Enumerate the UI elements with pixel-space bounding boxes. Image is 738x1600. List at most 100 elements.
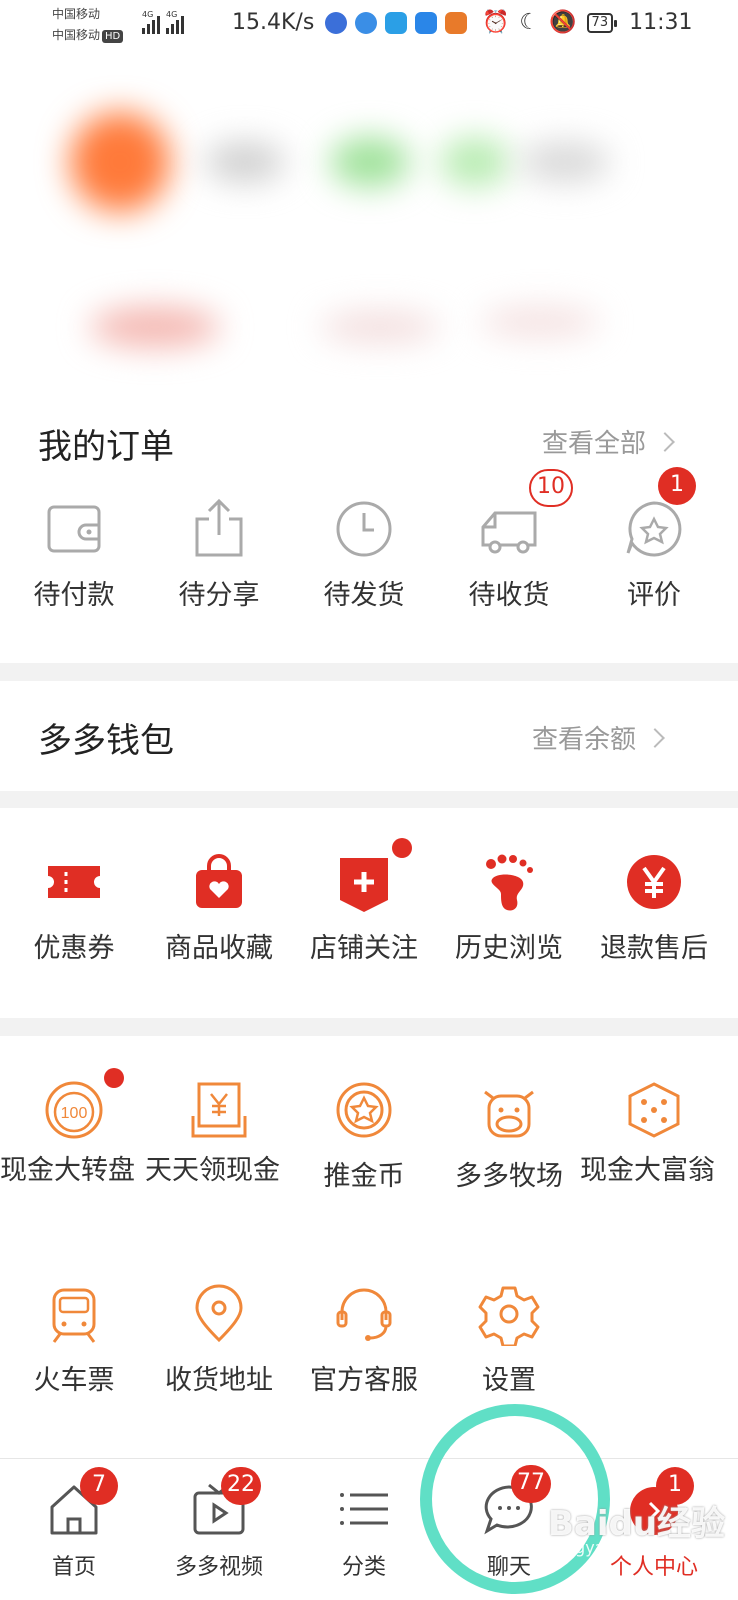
blur-shape [520, 142, 610, 182]
nav-label: 首页 [51, 1555, 96, 1580]
service-label: 历史浏览 [455, 933, 563, 964]
tool-coin-pusher[interactable]: 推金币 [290, 1078, 438, 1193]
service-label: 优惠券 [33, 933, 115, 964]
tool-label: 火车票 [33, 1365, 115, 1396]
tools-section: 100 现金大转盘 天天领现金 推金币 多多牧场 现金大富翁 火车票 收货地址 … [0, 1036, 738, 1458]
orders-title: 我的订单 [38, 427, 174, 467]
clock: 11:31 [629, 10, 693, 35]
service-history[interactable]: 历史浏览 [435, 850, 583, 965]
wallet-section[interactable]: 多多钱包 查看余额 [0, 681, 738, 791]
app-icon [385, 12, 407, 34]
footprint-icon [477, 850, 541, 914]
share-icon [187, 497, 251, 561]
tool-address[interactable]: 收货地址 [145, 1282, 293, 1397]
chevron-right-icon [645, 727, 665, 748]
order-label: 待分享 [178, 580, 260, 611]
hd-badge: HD [102, 30, 124, 43]
tool-label: 现金大富翁 [580, 1155, 715, 1186]
gear-icon [477, 1282, 541, 1348]
carrier-info: 中国移动 中国移动 HD [52, 4, 124, 46]
avatar [70, 112, 170, 212]
order-pending-receive[interactable]: 10 待收货 [435, 469, 583, 612]
orders-view-all[interactable]: 查看全部 [542, 423, 675, 460]
video-icon: 22 [191, 1467, 261, 1537]
service-refund[interactable]: 退款售后 [580, 850, 728, 965]
service-store-follow[interactable]: 店铺关注 [290, 838, 438, 965]
shop-icon [445, 12, 467, 34]
nav-home[interactable]: 7 首页 [0, 1459, 148, 1600]
tool-daily-cash[interactable]: 天天领现金 [145, 1078, 293, 1188]
blur-shape [330, 137, 410, 187]
badge: 22 [221, 1467, 261, 1505]
badge: 7 [80, 1467, 118, 1505]
order-pending-ship[interactable]: 待发货 [290, 497, 438, 612]
blur-shape [205, 142, 285, 182]
service-label: 商品收藏 [165, 933, 273, 964]
blur-shape [90, 307, 220, 347]
wheel-100-icon: 100 [42, 1068, 124, 1142]
favorite-bag-icon [187, 850, 251, 914]
coin-icon [332, 1078, 396, 1142]
service-label: 退款售后 [600, 933, 708, 964]
review-icon: 1 [622, 467, 696, 561]
wallet-icon [42, 497, 106, 561]
carrier-2: 中国移动 [52, 28, 101, 42]
badge: 1 [658, 467, 696, 505]
mute-icon: 🔕 [549, 10, 577, 35]
blur-shape [320, 312, 440, 342]
orders-view-all-label: 查看全部 [542, 429, 647, 459]
wallet-title: 多多钱包 [38, 721, 174, 761]
blur-shape [480, 307, 600, 337]
carrier-1: 中国移动 [52, 7, 101, 21]
order-label: 待发货 [323, 580, 405, 611]
order-pending-share[interactable]: 待分享 [145, 497, 293, 612]
status-bar: 中国移动 中国移动 HD 4G 4G 15.4K/s ⏰ ☾ 🔕 73 11:31 [0, 0, 738, 52]
services-section: 优惠券 商品收藏 店铺关注 历史浏览 退款售后 [0, 808, 738, 1018]
nav-category[interactable]: 分类 [290, 1459, 438, 1600]
tool-label: 收货地址 [165, 1365, 273, 1396]
wallet-view-balance-label: 查看余额 [532, 725, 637, 755]
order-label: 待付款 [33, 580, 115, 611]
profile-header-blurred[interactable] [0, 52, 738, 387]
svg-text:100: 100 [61, 1105, 88, 1122]
orders-section: 我的订单 查看全部 待付款 待分享 待发货 10 待收货 1 评价 [0, 387, 738, 663]
cow-icon [477, 1078, 541, 1142]
browser-icon [355, 12, 377, 34]
nav-video[interactable]: 22 多多视频 [145, 1459, 293, 1600]
notification-dot [104, 1068, 124, 1088]
dice-icon [622, 1078, 686, 1142]
watermark-url: jingyan.baidu.com [556, 1538, 704, 1557]
notification-icons [325, 12, 467, 34]
nav-label: 多多视频 [174, 1555, 263, 1580]
order-review[interactable]: 1 评价 [580, 467, 728, 612]
tool-settings[interactable]: 设置 [435, 1282, 583, 1397]
signal-icons: 4G 4G [142, 10, 184, 34]
home-icon: 7 [46, 1467, 118, 1537]
tool-label: 设置 [482, 1365, 536, 1396]
tool-label: 推金币 [323, 1161, 405, 1192]
chevron-right-icon [655, 431, 675, 452]
train-icon [42, 1282, 106, 1346]
tool-train-ticket[interactable]: 火车票 [0, 1282, 148, 1397]
tool-customer-service[interactable]: 官方客服 [290, 1282, 438, 1397]
weather-icon [415, 12, 437, 34]
coupon-icon [42, 850, 106, 914]
order-pending-payment[interactable]: 待付款 [0, 497, 148, 612]
location-pin-icon [187, 1282, 251, 1346]
signal-icon: 4G [166, 10, 184, 34]
refund-yen-icon [622, 850, 686, 914]
nav-label: 分类 [341, 1555, 386, 1580]
clock-icon [332, 497, 396, 561]
tool-cash-wheel[interactable]: 100 现金大转盘 [0, 1068, 148, 1188]
order-label: 待收货 [468, 580, 550, 611]
blur-shape [440, 137, 510, 187]
network-speed: 15.4K/s [232, 10, 315, 35]
system-icons: ⏰ ☾ 🔕 73 11:31 [482, 10, 693, 35]
wallet-view-balance[interactable]: 查看余额 [532, 719, 665, 756]
tool-label: 官方客服 [310, 1365, 418, 1396]
service-coupon[interactable]: 优惠券 [0, 850, 148, 965]
service-favorites[interactable]: 商品收藏 [145, 850, 293, 965]
cash-envelope-icon [187, 1078, 251, 1142]
tool-ranch[interactable]: 多多牧场 [435, 1078, 583, 1193]
tool-monopoly[interactable]: 现金大富翁 [580, 1078, 728, 1188]
